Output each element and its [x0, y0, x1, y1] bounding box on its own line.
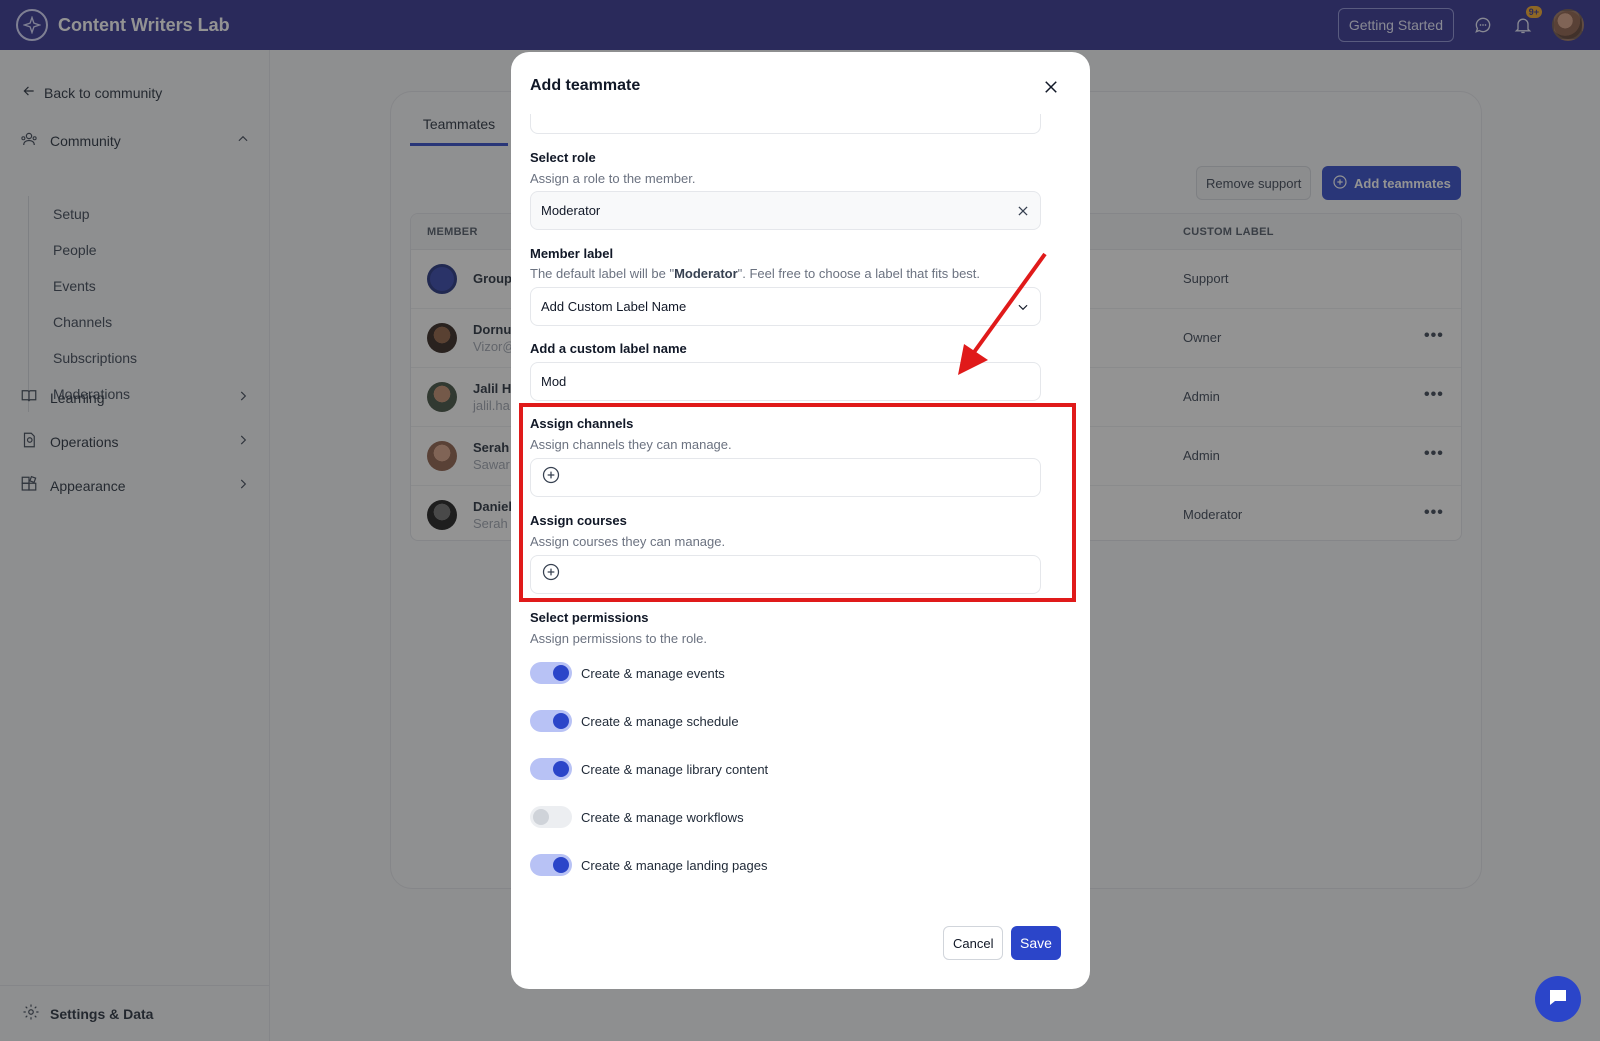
- add-teammate-modal: Add teammate Select role Assign a role t…: [511, 52, 1090, 989]
- workflows-toggle[interactable]: [530, 806, 572, 828]
- close-icon[interactable]: [1040, 76, 1062, 98]
- permission-label: Create & manage workflows: [581, 809, 744, 825]
- assign-channels-title: Assign channels: [530, 416, 634, 431]
- permission-label: Create & manage library content: [581, 761, 769, 777]
- role-select[interactable]: Moderator: [530, 191, 1041, 230]
- library-content-toggle[interactable]: [530, 758, 572, 780]
- save-button[interactable]: Save: [1011, 926, 1061, 960]
- select-role-title: Select role: [530, 150, 596, 165]
- events-toggle[interactable]: [530, 662, 572, 684]
- assign-channels-desc: Assign channels they can manage.: [530, 437, 732, 452]
- permission-label: Create & manage landing pages: [581, 857, 768, 873]
- assign-courses-title: Assign courses: [530, 513, 627, 528]
- assign-courses-desc: Assign courses they can manage.: [530, 534, 726, 549]
- plus-circle-icon[interactable]: [541, 562, 561, 587]
- permission-label: Create & manage events: [581, 665, 725, 681]
- select-role-desc: Assign a role to the member.: [530, 171, 696, 186]
- custom-label-value: Mod: [541, 374, 567, 389]
- assign-courses-field[interactable]: [530, 555, 1041, 594]
- modal-title: Add teammate: [530, 77, 641, 94]
- permission-workflows: Create & manage workflows: [530, 806, 744, 828]
- previous-input-field[interactable]: [530, 114, 1041, 134]
- chat-widget-button[interactable]: [1535, 976, 1581, 1022]
- plus-circle-icon[interactable]: [541, 465, 561, 490]
- member-label-value: Add Custom Label Name: [541, 299, 687, 314]
- annotation-arrow-icon: [958, 252, 1047, 375]
- select-permissions-desc: Assign permissions to the role.: [530, 631, 708, 646]
- assign-channels-field[interactable]: [530, 458, 1041, 497]
- member-label-desc: The default label will be "Moderator". F…: [530, 266, 981, 281]
- permission-events: Create & manage events: [530, 662, 725, 684]
- schedule-toggle[interactable]: [530, 710, 572, 732]
- select-permissions-title: Select permissions: [530, 610, 649, 625]
- permission-label: Create & manage schedule: [581, 713, 739, 729]
- permission-landing-pages: Create & manage landing pages: [530, 854, 767, 876]
- custom-label-title: Add a custom label name: [530, 341, 687, 356]
- landing-pages-toggle[interactable]: [530, 854, 572, 876]
- permission-library-content: Create & manage library content: [530, 758, 768, 780]
- role-value: Moderator: [541, 203, 601, 218]
- cancel-button[interactable]: Cancel: [943, 926, 1004, 960]
- chat-icon: [1546, 985, 1570, 1014]
- member-label-title: Member label: [530, 246, 614, 261]
- permission-schedule: Create & manage schedule: [530, 710, 739, 732]
- clear-icon[interactable]: [1016, 204, 1030, 218]
